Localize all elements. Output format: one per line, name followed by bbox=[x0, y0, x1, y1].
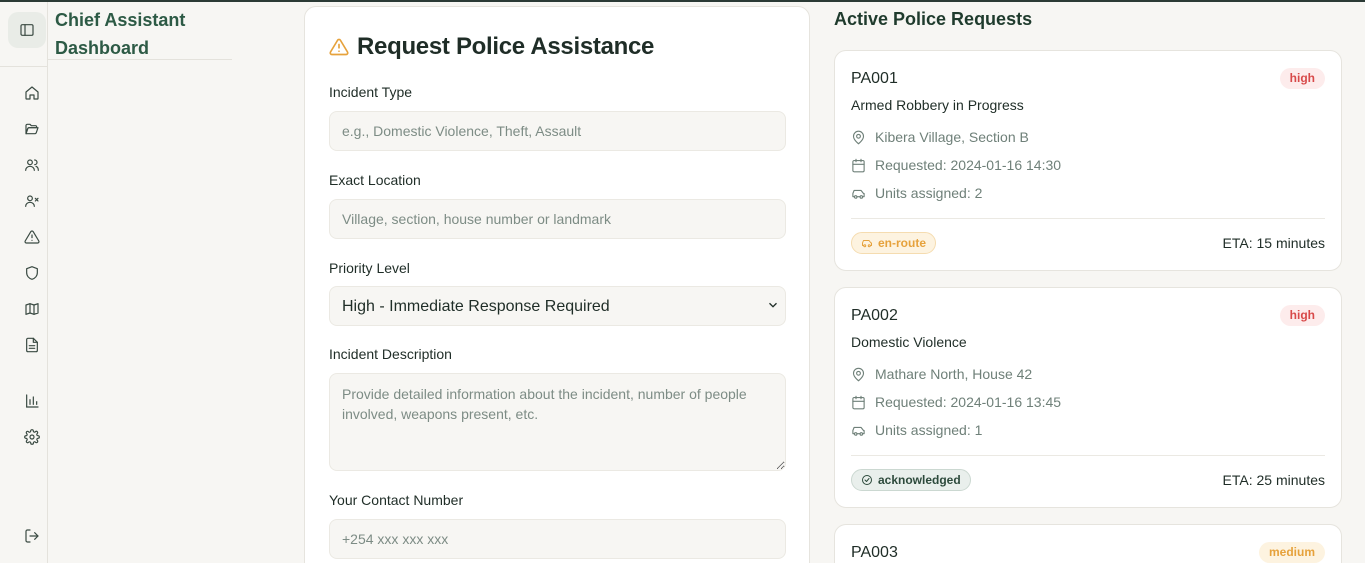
car-icon bbox=[852, 426, 865, 436]
file-text-icon bbox=[26, 337, 38, 353]
app-header: Chief Assistant Dashboard bbox=[48, 2, 232, 60]
rail-divider bbox=[0, 66, 48, 67]
location-label: Exact Location bbox=[329, 172, 421, 188]
app-title: Chief Assistant Dashboard bbox=[55, 10, 186, 58]
sidebar-toggle-button[interactable] bbox=[8, 12, 46, 48]
nav-security[interactable] bbox=[20, 261, 44, 285]
log-out-icon bbox=[25, 529, 39, 543]
request-eta: ETA: 25 minutes bbox=[1222, 472, 1325, 488]
request-location: Mathare North, House 42 bbox=[875, 366, 1033, 382]
bar-chart-icon bbox=[26, 394, 39, 408]
description-label: Incident Description bbox=[329, 346, 452, 362]
nav-settings[interactable] bbox=[20, 425, 44, 449]
request-type: Domestic Violence bbox=[851, 334, 967, 350]
request-card[interactable]: PA001 high Armed Robbery in Progress Kib… bbox=[834, 50, 1342, 271]
map-icon bbox=[25, 303, 39, 315]
map-pin-icon bbox=[852, 367, 865, 381]
description-textarea[interactable] bbox=[329, 373, 786, 471]
settings-icon bbox=[24, 429, 40, 445]
status-label: acknowledged bbox=[878, 473, 961, 487]
nav-wanted[interactable] bbox=[20, 189, 44, 213]
nav-cases[interactable] bbox=[20, 117, 44, 141]
card-divider bbox=[851, 455, 1325, 456]
request-location-row: Kibera Village, Section B bbox=[851, 129, 1029, 145]
icon-sidebar bbox=[0, 2, 48, 563]
incident-type-input[interactable] bbox=[329, 111, 786, 151]
shield-icon bbox=[26, 266, 38, 280]
calendar-icon bbox=[852, 395, 865, 409]
request-id: PA003 bbox=[851, 544, 898, 561]
request-id: PA002 bbox=[851, 307, 898, 324]
request-units: Units assigned: 2 bbox=[875, 185, 983, 201]
alert-triangle-icon bbox=[329, 38, 349, 56]
car-icon bbox=[852, 189, 865, 199]
request-units-row: Units assigned: 1 bbox=[851, 422, 982, 438]
nav-incidents[interactable] bbox=[20, 225, 44, 249]
alert-triangle-icon bbox=[24, 230, 40, 244]
user-x-icon bbox=[25, 195, 39, 207]
location-input[interactable] bbox=[329, 199, 786, 239]
nav-analytics[interactable] bbox=[20, 389, 44, 413]
request-time: Requested: 2024-01-16 13:45 bbox=[875, 394, 1062, 410]
priority-label: Priority Level bbox=[329, 260, 410, 276]
priority-select-wrapper: High - Immediate Response Required bbox=[329, 286, 786, 326]
request-id: PA001 bbox=[851, 70, 898, 87]
car-icon bbox=[862, 240, 872, 248]
priority-badge: high bbox=[1279, 68, 1325, 89]
request-card[interactable]: PA003 medium bbox=[834, 524, 1342, 563]
calendar-icon bbox=[852, 158, 865, 172]
form-header: Request Police Assistance bbox=[329, 33, 654, 61]
request-type: Armed Robbery in Progress bbox=[851, 97, 1024, 113]
request-card[interactable]: PA002 high Domestic Violence Mathare Nor… bbox=[834, 287, 1342, 508]
nav-map[interactable] bbox=[20, 297, 44, 321]
status-badge: en-route bbox=[851, 232, 936, 254]
form-title: Request Police Assistance bbox=[357, 33, 655, 60]
active-requests-title: Active Police Requests bbox=[834, 9, 1033, 29]
nav-reports[interactable] bbox=[20, 333, 44, 357]
nav-community[interactable] bbox=[20, 153, 44, 177]
request-time: Requested: 2024-01-16 14:30 bbox=[875, 157, 1062, 173]
priority-select[interactable]: High - Immediate Response Required bbox=[329, 286, 786, 326]
priority-badge: high bbox=[1279, 305, 1325, 326]
contact-label: Your Contact Number bbox=[329, 492, 464, 508]
request-time-row: Requested: 2024-01-16 14:30 bbox=[851, 157, 1061, 173]
request-time-row: Requested: 2024-01-16 13:45 bbox=[851, 394, 1061, 410]
request-units-row: Units assigned: 2 bbox=[851, 185, 982, 201]
map-pin-icon bbox=[852, 130, 865, 144]
status-label: en-route bbox=[878, 236, 926, 250]
request-form-card: Request Police Assistance Incident Type … bbox=[304, 6, 810, 563]
incident-type-label: Incident Type bbox=[329, 84, 413, 100]
card-divider bbox=[851, 218, 1325, 219]
priority-badge: medium bbox=[1258, 542, 1325, 563]
logout-button[interactable] bbox=[20, 524, 44, 548]
request-location-row: Mathare North, House 42 bbox=[851, 366, 1032, 382]
home-icon bbox=[25, 86, 39, 100]
request-eta: ETA: 15 minutes bbox=[1222, 235, 1325, 251]
status-badge: acknowledged bbox=[851, 469, 971, 491]
users-icon bbox=[25, 159, 39, 171]
folder-open-icon bbox=[25, 123, 39, 135]
request-units: Units assigned: 1 bbox=[875, 422, 983, 438]
request-location: Kibera Village, Section B bbox=[875, 129, 1029, 145]
check-circle-icon bbox=[862, 475, 872, 485]
panel-left-icon bbox=[20, 24, 34, 36]
nav-dashboard[interactable] bbox=[20, 81, 44, 105]
contact-number-input[interactable] bbox=[329, 519, 786, 559]
